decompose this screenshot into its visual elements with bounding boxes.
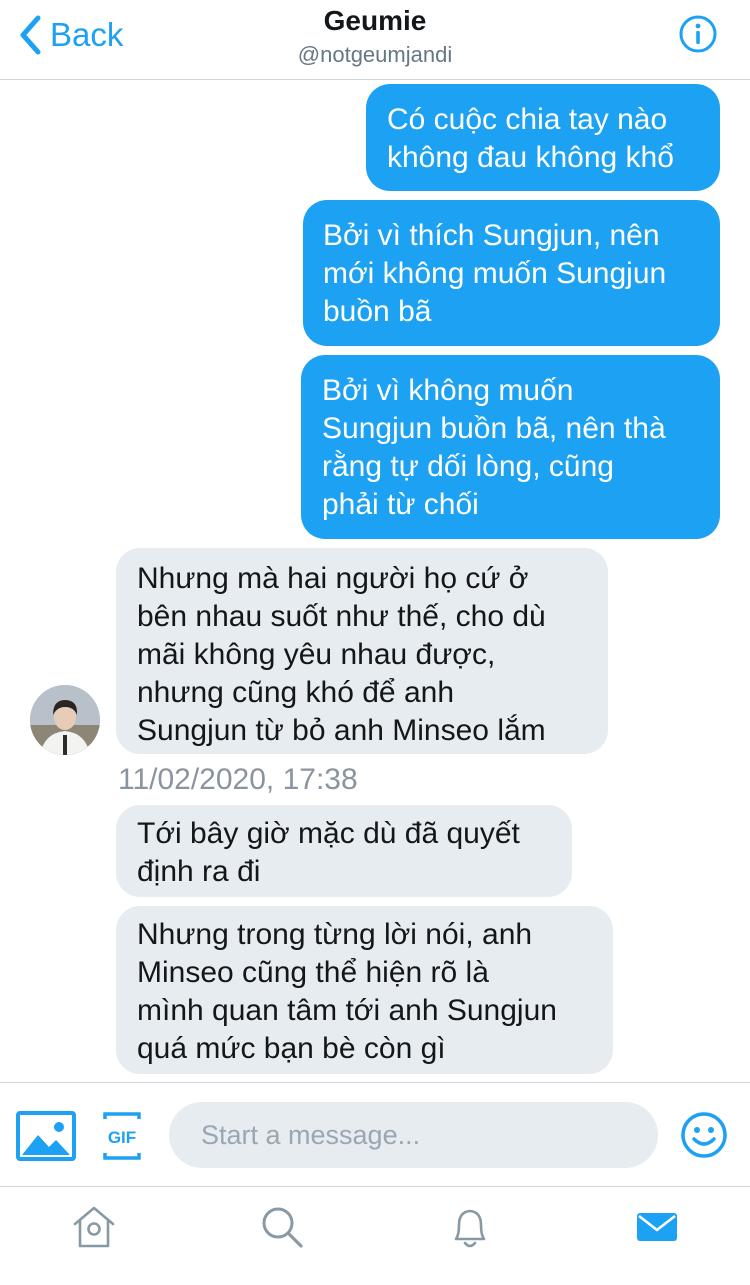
avatar-photo: [30, 685, 100, 755]
tab-bar: [0, 1186, 750, 1285]
message-line: không đau không khổ: [387, 141, 674, 174]
back-label: Back: [50, 16, 124, 53]
gif-label: GIF: [108, 1128, 136, 1147]
message-line: mãi không yêu nhau được,: [137, 638, 496, 671]
message-line: mới không muốn Sungjun: [323, 257, 667, 290]
message-composer: GIF: [0, 1082, 750, 1186]
message-line: Bởi vì thích Sungjun, nên: [323, 219, 660, 252]
message-bubble-incoming[interactable]: Nhưng mà hai người họ cứ ở bên nhau suốt…: [116, 548, 608, 754]
message-line: buồn bã: [323, 295, 432, 328]
message-line: Sungjun từ bỏ anh Minseo lắm: [137, 714, 546, 747]
gif-icon[interactable]: GIF: [102, 1111, 142, 1161]
search-icon[interactable]: [258, 1203, 306, 1251]
message-line: nhưng cũng khó để anh: [137, 676, 455, 709]
message-line: Nhưng mà hai người họ cứ ở: [137, 562, 529, 595]
message-line: Có cuộc chia tay nào: [387, 103, 668, 136]
message-line: phải từ chối: [322, 488, 479, 521]
message-input[interactable]: [169, 1102, 658, 1168]
message-line: quá mức bạn bè còn gì: [137, 1032, 446, 1065]
bell-icon[interactable]: [446, 1203, 494, 1251]
chevron-left-icon: [20, 15, 41, 55]
image-icon[interactable]: [16, 1111, 76, 1161]
mail-icon[interactable]: [633, 1203, 681, 1251]
message-line: Nhưng trong từng lời nói, anh: [137, 918, 533, 951]
message-bubble-incoming[interactable]: Tới bây giờ mặc dù đã quyết định ra đi: [116, 805, 572, 897]
message-line: rằng tự dối lòng, cũng: [322, 450, 614, 483]
smiley-icon[interactable]: [680, 1111, 728, 1159]
home-icon[interactable]: [70, 1203, 118, 1251]
message-line: định ra đi: [137, 855, 261, 888]
message-line: Bởi vì không muốn: [322, 374, 574, 407]
message-line: Minseo cũng thể hiện rõ là: [137, 956, 489, 989]
message-line: bên nhau suốt như thế, cho dù: [137, 600, 546, 633]
message-timestamp: 11/02/2020, 17:38: [118, 763, 358, 796]
message-line: Sungjun buồn bã, nên thà: [322, 412, 666, 445]
conversation-title: Geumie: [323, 5, 427, 36]
info-icon[interactable]: [678, 14, 718, 54]
avatar[interactable]: [30, 685, 100, 755]
conversation-handle: @notgeumjandi: [297, 42, 453, 67]
message-line: Tới bây giờ mặc dù đã quyết: [137, 817, 520, 850]
message-bubble-outgoing[interactable]: Bởi vì thích Sungjun, nên mới không muốn…: [303, 200, 720, 346]
conversation-header: Back Geumie @notgeumjandi: [0, 0, 750, 80]
conversation-title-block[interactable]: Geumie @notgeumjandi: [175, 4, 575, 70]
message-bubble-incoming[interactable]: Nhưng trong từng lời nói, anh Minseo cũn…: [116, 906, 613, 1074]
message-line: mình quan tâm tới anh Sungjun: [137, 994, 557, 1027]
message-bubble-outgoing[interactable]: Có cuộc chia tay nào không đau không khổ: [366, 84, 720, 191]
message-bubble-outgoing[interactable]: Bởi vì không muốn Sungjun buồn bã, nên t…: [301, 355, 720, 539]
back-button[interactable]: Back: [16, 12, 123, 58]
